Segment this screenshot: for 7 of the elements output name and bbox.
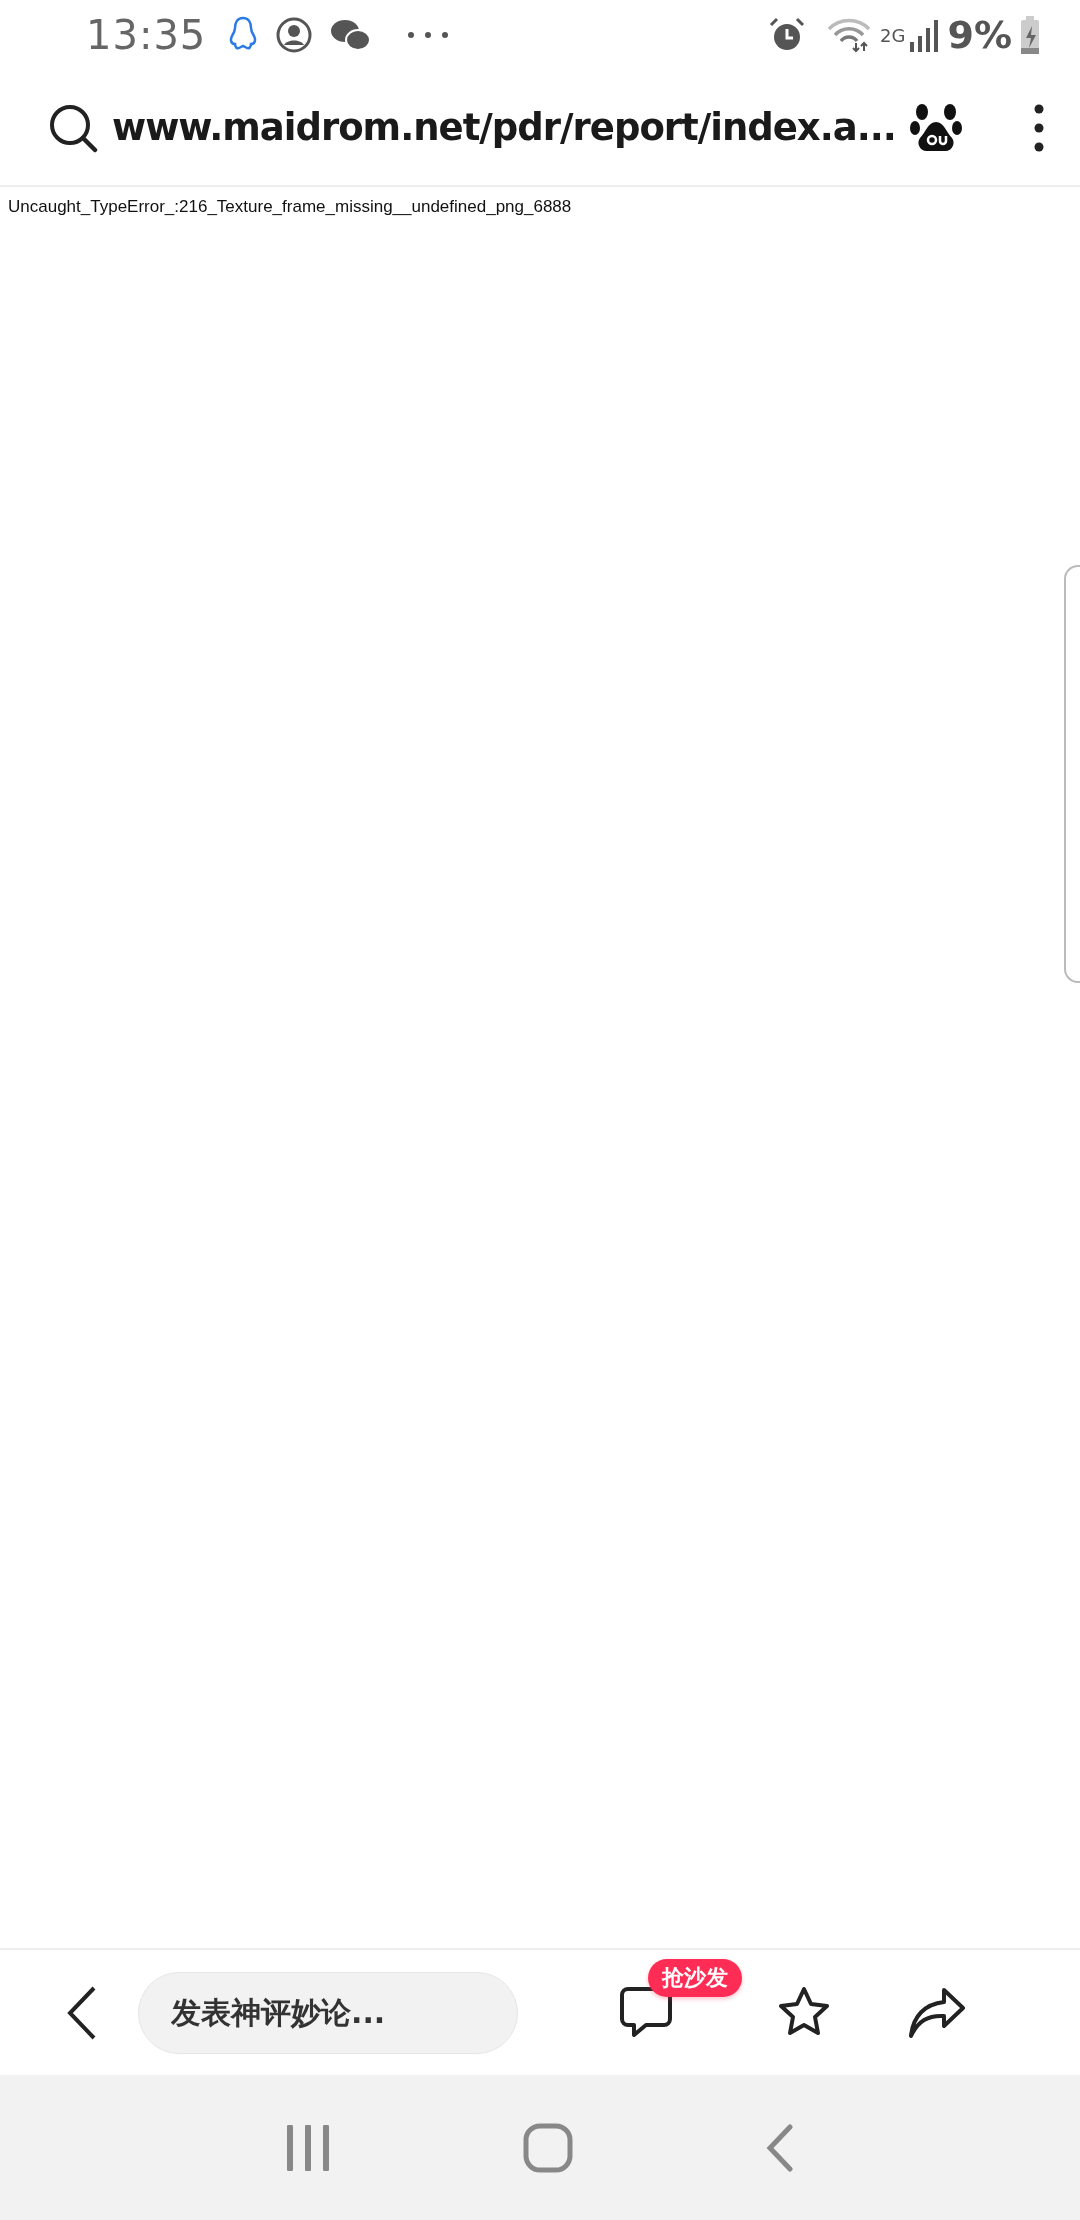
error-message: Uncaught_TypeError_:216_Texture_frame_missing__undefined_png_6888 bbox=[7, 196, 573, 218]
battery-percent: 9% bbox=[947, 13, 1012, 57]
comment-field[interactable]: 发表神评妙论... bbox=[138, 1971, 518, 2054]
comment-badge: 抢沙发 bbox=[648, 1958, 742, 1997]
clock-time: 13:35 bbox=[86, 12, 207, 58]
url-text[interactable]: www.maidrom.net/pdr/report/index.a... bbox=[112, 106, 896, 149]
network-type: 2G bbox=[880, 25, 906, 46]
